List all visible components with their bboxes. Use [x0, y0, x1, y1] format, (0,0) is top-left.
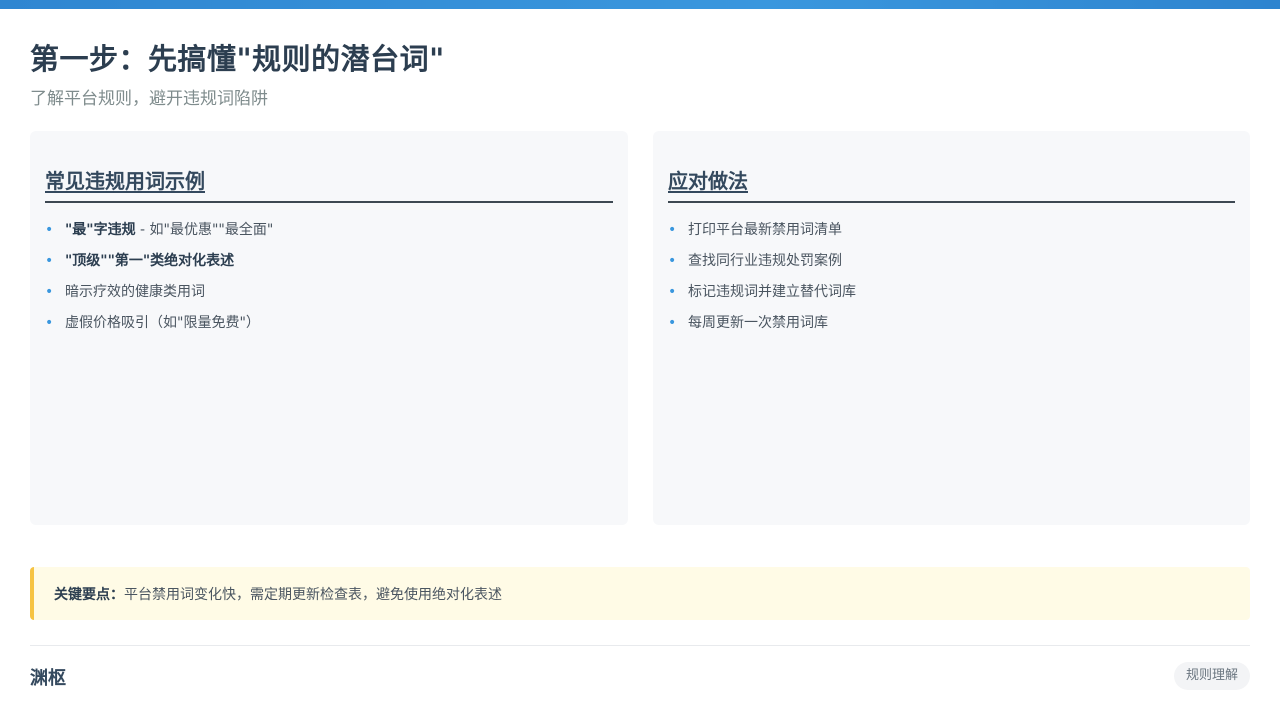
list-item: • "顶级""第一"类绝对化表述: [45, 251, 273, 282]
bullet-icon: •: [668, 253, 677, 269]
countermeasures-list: • 打印平台最新禁用词清单 • 查找同行业违规处罚案例 • 标记违规词并建立替代…: [668, 220, 856, 344]
list-item-bold: "顶级""第一"类绝对化表述: [65, 253, 235, 269]
bullet-icon: •: [45, 315, 54, 331]
page-subtitle: 了解平台规则，避开违规词陷阱: [30, 89, 268, 109]
countermeasures-card: 应对做法 • 打印平台最新禁用词清单 • 查找同行业违规处罚案例 • 标记违规词…: [653, 131, 1250, 525]
list-item: • "最"字违规 - 如"最优惠""最全面": [45, 220, 273, 251]
card-heading: 常见违规用词示例: [45, 165, 613, 203]
bullet-icon: •: [45, 253, 54, 269]
bullet-icon: •: [668, 222, 677, 238]
list-item-bold: "最"字违规: [65, 222, 136, 238]
list-item-text: 暗示疗效的健康类用词: [65, 284, 205, 300]
key-point-label: 关键要点：: [54, 586, 124, 603]
bullet-icon: •: [668, 284, 677, 300]
page-title: 第一步：先搞懂"规则的潜台词": [30, 42, 445, 76]
list-item-text: 每周更新一次禁用词库: [688, 315, 828, 331]
list-item: • 暗示疗效的健康类用词: [45, 282, 273, 313]
section-tag-badge: 规则理解: [1173, 662, 1250, 690]
key-point-callout: 关键要点： 平台禁用词变化快，需定期更新检查表，避免使用绝对化表述: [30, 567, 1250, 620]
violation-examples-card: 常见违规用词示例 • "最"字违规 - 如"最优惠""最全面" • "顶级""第…: [30, 131, 628, 525]
list-item-text: 虚假价格吸引（如"限量免费"）: [65, 315, 260, 331]
card-heading-text: 常见违规用词示例: [45, 169, 205, 193]
card-heading: 应对做法: [668, 165, 1235, 203]
list-item: • 标记违规词并建立替代词库: [668, 282, 856, 313]
list-item: • 打印平台最新禁用词清单: [668, 220, 856, 251]
bullet-icon: •: [45, 222, 54, 238]
footer-brand: 渊枢: [30, 668, 66, 689]
list-item: • 查找同行业违规处罚案例: [668, 251, 856, 282]
list-item-text: 标记违规词并建立替代词库: [688, 284, 856, 300]
list-item-text: 打印平台最新禁用词清单: [688, 222, 842, 238]
card-heading-text: 应对做法: [668, 169, 748, 193]
violation-examples-list: • "最"字违规 - 如"最优惠""最全面" • "顶级""第一"类绝对化表述 …: [45, 220, 273, 344]
key-point-text: 平台禁用词变化快，需定期更新检查表，避免使用绝对化表述: [124, 586, 502, 603]
bullet-icon: •: [668, 315, 677, 331]
list-item: • 虚假价格吸引（如"限量免费"）: [45, 313, 273, 344]
bullet-icon: •: [45, 284, 54, 300]
footer-divider: [30, 645, 1250, 646]
list-item: • 每周更新一次禁用词库: [668, 313, 856, 344]
list-item-text: - 如"最优惠""最全面": [135, 222, 274, 238]
top-accent-bar: [0, 0, 1280, 9]
list-item-text: 查找同行业违规处罚案例: [688, 253, 842, 269]
